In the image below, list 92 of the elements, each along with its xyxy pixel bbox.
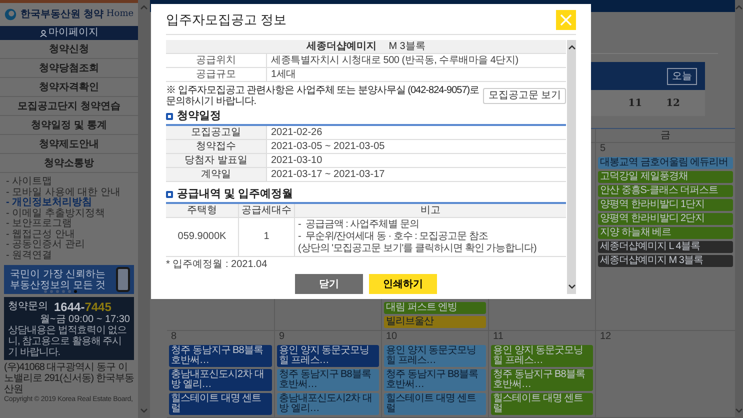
close-dialog-button[interactable]: 닫기 <box>295 274 364 294</box>
calendar-event[interactable]: 청주 동남지구 B8블록 호반써… <box>277 369 379 391</box>
person-icon <box>40 30 46 36</box>
notice-button[interactable]: 모집공고문 보기 <box>483 88 566 104</box>
strip-day: 12 <box>666 96 680 110</box>
section-icon <box>166 190 173 198</box>
phone-number: 1644-7445 <box>54 300 112 314</box>
calendar-event[interactable]: 고덕강일 제일풍경채 <box>598 171 733 183</box>
calendar-event[interactable]: 청주 동남지구 B8블록 호반써… <box>169 345 272 367</box>
row-value: 2021-03-10 <box>270 156 322 166</box>
row-value: 세종특별자치시 시청대로 500 (반곡동, 수루배마을 4단지) <box>270 56 518 66</box>
weekday-header: 금 <box>660 129 670 142</box>
calendar-event[interactable]: 용인 양지 동문굿모닝힐 프레스… <box>491 345 593 367</box>
table-cell: 1 <box>264 232 270 242</box>
calendar-event[interactable]: 대림 퍼스트 엔빙 <box>384 302 486 314</box>
move-in-text: * 입주예정월 : 2021.04 <box>166 260 268 270</box>
calendar-event[interactable]: 세종더샵예미지 M 3블록 <box>598 255 733 267</box>
strip-day: 11 <box>628 96 642 110</box>
address-text: (우)41068 대구광역시 동구 이노밸리로 291(신서동) 한국부동산원 <box>4 362 134 395</box>
calendar-event[interactable]: 힐스테이트 대명 센트럴 <box>384 393 486 415</box>
row-label: 공급위치 <box>196 56 236 66</box>
calendar-event[interactable]: 힐스테이트 대명 센트럴 <box>169 393 272 415</box>
footer-link[interactable]: - 보안프로그램 <box>6 219 138 230</box>
day-number: 12 <box>599 331 612 343</box>
logo-icon <box>4 8 18 21</box>
banner-text: 국민이 가장 신뢰하는 <box>10 268 106 280</box>
mypage-link[interactable]: 마이페이지 <box>0 26 138 40</box>
phone-drawing <box>116 267 130 292</box>
day-number: 9 <box>278 331 286 343</box>
row-label: 계약일 <box>201 170 231 180</box>
calendar-event[interactable]: 청주 동남지구 B8블록 호반써… <box>491 369 593 391</box>
remark-line: (상단의 '모집공고문 보기'를 클릭하시면 확인 가능합니다) <box>298 243 538 255</box>
scrollbar[interactable] <box>567 40 576 294</box>
calendar-event[interactable]: 힐스테이트 대명 센트럴 <box>491 393 593 415</box>
scroll-down-icon[interactable] <box>568 284 576 290</box>
inquiry-label: 청약문의 <box>8 300 48 314</box>
calendar-event[interactable]: 양평역 한라비발디 2단지 <box>598 213 733 225</box>
footer-link[interactable]: - 사이트맵 <box>6 177 138 188</box>
row-value: 1세대 <box>270 70 296 80</box>
calendar-event[interactable]: 빌리브울산 <box>384 316 486 328</box>
column-header: 비고 <box>420 206 441 216</box>
close-icon <box>560 14 572 26</box>
section-heading: 공급내역 및 입주예정월 <box>177 188 294 200</box>
print-button[interactable]: 인쇄하기 <box>369 274 438 294</box>
row-value: 2021-03-17 ~ 2021-03-17 <box>270 170 385 180</box>
section-icon <box>166 112 173 120</box>
footer-link[interactable]: - 웹접근성 안내 <box>6 230 138 240</box>
day-number: 8 <box>170 331 178 343</box>
section-heading: 청약일정 <box>177 110 221 122</box>
scroll-up-icon[interactable] <box>568 44 576 50</box>
row-label: 모집공고일 <box>191 128 241 138</box>
footer-link[interactable]: - 개인정보처리방침 <box>6 198 138 208</box>
column-header: 공급세대수 <box>242 206 292 216</box>
remark-line: - 무순위/잔여세대 동 · 호수 : 모집공고문 참조 <box>298 231 489 243</box>
promo-banner[interactable]: 국민이 가장 신뢰하는 부동산정보의 모든 것 <box>4 265 134 294</box>
calendar-event[interactable]: 안산 중흥S-클래스 더퍼스트 <box>598 185 733 197</box>
footer-link[interactable]: - 공동인증서 관리 <box>6 240 138 250</box>
calendar-event[interactable]: 청주 동남지구 B8블록 호반써… <box>384 369 486 391</box>
calendar-event[interactable]: 대봉교역 금호어울림 에듀리버 <box>598 157 733 169</box>
calendar-event[interactable]: 세종더샵예미지 L 4블록 <box>598 241 733 253</box>
service-suffix: Home <box>106 8 134 21</box>
today-button[interactable]: 오늘 <box>667 68 697 84</box>
complex-name: 세종더샵예미지 <box>306 42 377 52</box>
row-label: 공급규모 <box>196 70 236 80</box>
calendar-event[interactable]: 용인 양지 동문굿모닝힐 프레스… <box>384 345 486 367</box>
modal-title: 입주자모집공고 정보 <box>166 11 287 30</box>
footer-link[interactable]: - 모바일 사용에 대한 안내 <box>6 188 138 198</box>
calendar-event[interactable]: 충남내포신도시2차 대방 엘리… <box>169 369 272 391</box>
office-hours: 월~금 09:00 ~ 17:30 <box>40 314 130 325</box>
day-number: 11 <box>492 331 504 343</box>
remark-line: - 공급금액 : 사업주체별 문의 <box>298 219 420 231</box>
calendar-event[interactable]: 지양 하늘채 베르 <box>598 227 733 239</box>
row-label: 당첨자 발표일 <box>184 156 248 166</box>
calendar-event[interactable]: 충남내포신도시2차 대방 엘리… <box>277 393 379 415</box>
day-number: 5 <box>599 143 607 155</box>
block-label: M 3블록 <box>388 42 426 52</box>
row-value: 2021-02-26 <box>270 128 322 138</box>
notice-text: ※ 입주자모집공고 관련사항은 사업주체 또는 분양사무실 (042-824-9057)로 문의하시기 바랍니다. <box>166 85 480 107</box>
calendar-event[interactable]: 용인 양지 동문굿모닝힐 프레스… <box>277 345 379 367</box>
row-label: 청약접수 <box>196 142 236 152</box>
footer-link[interactable]: - 이메일 추출방지정책 <box>6 208 138 219</box>
footer-link[interactable]: - 원격연결 <box>6 250 138 261</box>
banner-text: 부동산정보의 모든 것 <box>10 280 106 290</box>
brand-name: 한국부동산원 <box>20 8 80 22</box>
day-number: 10 <box>385 331 398 343</box>
inquiry-notice: 상담내용은 법적효력이 없으니, 참고용으로 활용해 주시기 바랍니다. <box>8 325 128 358</box>
row-value: 2021-03-05 ~ 2021-03-05 <box>270 142 385 152</box>
close-button[interactable] <box>556 10 576 30</box>
column-header: 주택형 <box>187 206 217 216</box>
service-name: 청약 <box>83 8 104 22</box>
calendar-event[interactable]: 양평역 한라비발디 1단지 <box>598 199 733 211</box>
table-cell: 059.9000K <box>178 232 226 242</box>
